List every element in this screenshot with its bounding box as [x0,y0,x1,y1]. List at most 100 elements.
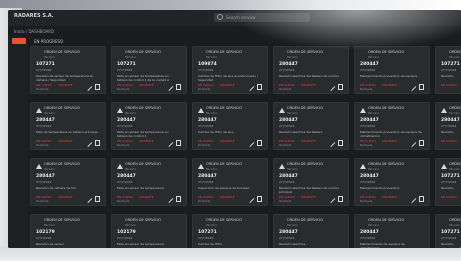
service-card[interactable]: ORDEN DE SERVICIO Técnico 280447 27/7/2024 R… [30,158,106,206]
trash-icon[interactable] [176,140,181,146]
card-subtitle: Técnico [206,111,218,115]
trash-icon[interactable] [338,84,343,90]
edit-icon[interactable] [411,141,417,147]
breadcrumb[interactable]: Inicio / DASHBOARD [14,29,54,34]
edit-icon[interactable] [330,197,336,203]
trash-icon[interactable] [257,196,262,202]
service-card[interactable]: ORDEN DE SERVICIO Técnico 280447 27/7/2024 C… [192,102,268,150]
warning-icon [360,164,366,169]
trash-icon[interactable] [338,140,343,146]
trash-icon[interactable] [95,196,100,202]
trash-icon[interactable] [257,84,262,90]
edit-icon[interactable] [168,85,174,91]
tab-active[interactable] [12,38,26,44]
card-date: 27/7/2024 [36,68,52,72]
warning-icon [198,108,204,113]
card-subtitle: Técnico [125,223,137,227]
status-badge: EN CURSO [441,195,457,199]
trash-icon[interactable] [95,84,100,90]
card-subtitle: Técnico [449,223,461,227]
trash-icon[interactable] [419,84,424,90]
card-footnote: Pendiente [36,200,49,203]
edit-icon[interactable] [87,197,93,203]
service-card[interactable]: ORDEN DE SERVICIO Técnico 280447 27/7/2024 F… [111,158,187,206]
card-header: ORDEN DE SERVICIO [368,162,405,166]
status-badge: EN CURSO [360,139,376,143]
card-description: Falla en sensor de temperatura en tabler… [117,74,170,82]
service-card[interactable]: ORDENTécnico10727127/7/2024RevisiónEN CU… [435,158,461,206]
status-badge: EN CURSO [36,139,52,143]
trash-icon[interactable] [257,140,262,146]
card-date: 27/7/2024 [279,180,295,184]
card-header: ORDEN [449,106,461,110]
trash-icon[interactable] [419,140,424,146]
edit-icon[interactable] [249,197,255,203]
service-card[interactable]: ORDEN DE SERVICIO Técnico 280447 27/7/2024 F… [111,102,187,150]
search-input[interactable]: Search service [214,13,310,22]
status-badge: EN CURSO [117,139,133,143]
edit-icon[interactable] [168,141,174,147]
edit-icon[interactable] [411,197,417,203]
card-id: 280447 [441,118,460,123]
status-badge: EN CURSO [441,139,457,143]
service-card[interactable]: ORDEN DE SERVICIO Técnico 280447 27/7/2024 I… [192,158,268,206]
card-subtitle: Técnico [44,111,56,115]
service-card[interactable]: ORDEN DE SERVICIO Técnico 280447 27/7/2024 F… [30,102,106,150]
card-date: 27/7/2024 [441,124,457,128]
card-date: 27/7/2024 [279,68,295,72]
card-header: ORDEN DE SERVICIO [287,50,324,54]
card-header: ORDEN [449,218,461,222]
service-card[interactable]: ORDEN DE SERVICIO Técnico 280447 27/7/2024 M… [354,214,430,248]
card-date: 27/7/2024 [117,124,133,128]
edit-icon[interactable] [249,141,255,147]
service-card[interactable]: ORDEN DE SERVICIO Técnico 280447 27/7/2024 M… [354,102,430,150]
card-footnote: Pendiente [360,200,373,203]
card-date: 27/7/2024 [117,68,133,72]
service-card[interactable]: ORDEN DE SERVICIO Técnico 280447 27/7/2024 R… [273,46,349,94]
card-id: 107271 [198,230,217,235]
edit-icon[interactable] [249,85,255,91]
service-card[interactable]: ORDEN DE SERVICIO Técnico 107271 27/7/2024 F… [111,46,187,94]
service-card[interactable]: ORDEN DE SERVICIO Técnico 280447 27/7/2024 R… [273,102,349,150]
service-card[interactable]: ORDEN DE SERVICIO Técnico 102179 27/7/2024 R… [30,214,106,248]
warning-icon [279,108,285,113]
service-card[interactable]: ORDEN DE SERVICIO Técnico 109874 27/7/2024 C… [192,46,268,94]
trash-icon[interactable] [176,84,181,90]
card-date: 27/7/2024 [441,180,457,184]
warning-icon [117,108,123,113]
edit-icon[interactable] [87,85,93,91]
trash-icon[interactable] [176,196,181,202]
service-card[interactable]: ORDEN DE SERVICIO Técnico 280447 27/7/2024 R… [273,214,349,248]
edit-icon[interactable] [87,141,93,147]
trash-icon[interactable] [95,140,100,146]
trash-icon[interactable] [338,196,343,202]
card-header: ORDEN DE SERVICIO [206,50,243,54]
edit-icon[interactable] [330,141,336,147]
trash-icon[interactable] [419,196,424,202]
edit-icon[interactable] [330,85,336,91]
warning-icon [279,164,285,169]
service-card[interactable]: ORDEN Técnico 280447 27/7/2024 Revisión EN CU… [435,102,461,150]
service-card[interactable]: ORDENTécnico10727127/7/2024RevisiónEN CU… [435,46,461,94]
status-badge: EN CURSO [441,83,457,87]
service-card[interactable]: ORDEN DE SERVICIO Técnico 280447 27/7/2024 M… [354,46,430,94]
card-description: Falla en sensor de temperatura en tabler… [117,130,169,138]
card-subtitle: Técnico [206,223,218,227]
edit-icon[interactable] [168,197,174,203]
card-description: Cambio de filtro de aire acondicionado /… [198,74,259,82]
card-date: 27/7/2024 [441,68,457,72]
service-card[interactable]: ORDEN DE SERVICIO Técnico 102179 27/7/2024 F… [111,214,187,248]
priority-badge: URGENTE [220,139,235,143]
card-description: Revisión eléctrica del tablero [279,130,323,134]
service-card[interactable]: ORDEN DE SERVICIO Técnico 280447 27/7/2024 R… [273,158,349,206]
card-date: 27/7/2024 [360,68,376,72]
service-card[interactable]: ORDENTécnico10727127/7/2024RevisiónEN CU… [435,214,461,248]
card-description: Mantenimiento de equipos de climatizació… [360,242,405,248]
edit-icon[interactable] [411,85,417,91]
card-header: ORDEN DE SERVICIO [44,162,81,166]
card-date: 27/7/2024 [279,236,295,240]
service-card[interactable]: ORDEN DE SERVICIO Técnico 280447 27/7/2024 M… [354,158,430,206]
service-card[interactable]: ORDEN DE SERVICIO Técnico 107271 27/7/2024 C… [192,214,268,248]
status-badge: EN CURSO [36,83,52,87]
service-card[interactable]: ORDEN DE SERVICIO Técnico 107271 27/7/2024 R… [30,46,106,94]
